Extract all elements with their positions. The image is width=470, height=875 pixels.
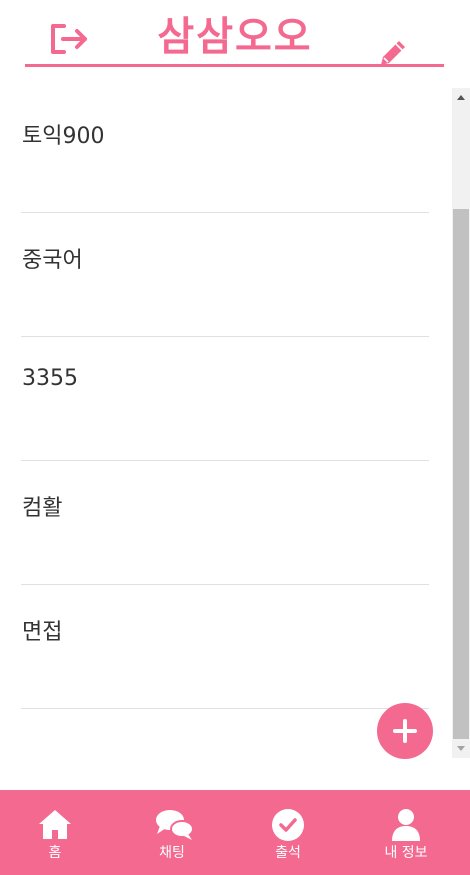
add-group-button[interactable] bbox=[377, 703, 433, 759]
nav-item-label: 홈 bbox=[48, 845, 62, 861]
list-item[interactable]: 컴활 bbox=[21, 460, 429, 585]
header-divider bbox=[25, 64, 444, 67]
list-item-label: 중국어 bbox=[22, 248, 83, 273]
list-item[interactable]: 중국어 bbox=[21, 212, 429, 337]
list-item-label: 토익900 bbox=[22, 124, 105, 149]
triangle-up-icon bbox=[457, 95, 465, 100]
scroll-down-button[interactable] bbox=[452, 738, 470, 758]
nav-item-home[interactable]: 홈 bbox=[0, 790, 110, 875]
list-item-label: 면접 bbox=[22, 620, 63, 645]
nav-item-label: 출석 bbox=[275, 845, 301, 861]
plus-icon bbox=[393, 719, 417, 743]
home-icon bbox=[39, 810, 71, 839]
nav-item-chat[interactable]: 채팅 bbox=[117, 790, 227, 875]
nav-item-label: 채팅 bbox=[159, 845, 185, 861]
list-item-label: 컴활 bbox=[22, 496, 63, 521]
scrollbar-thumb[interactable] bbox=[453, 209, 469, 739]
user-icon bbox=[392, 809, 420, 841]
nav-item-my-info[interactable]: 내 정보 bbox=[351, 790, 461, 875]
list-item[interactable]: 토익900 bbox=[21, 88, 429, 213]
nav-item-attendance[interactable]: 출석 bbox=[233, 790, 343, 875]
list-item[interactable]: 3355 bbox=[21, 336, 429, 461]
check-circle-icon bbox=[272, 809, 304, 841]
bottom-nav: 홈 채팅 출석 내 정보 bbox=[0, 790, 470, 875]
scroll-up-button[interactable] bbox=[452, 88, 470, 108]
scrollbar[interactable] bbox=[452, 88, 470, 758]
nav-item-label: 내 정보 bbox=[384, 845, 428, 861]
triangle-down-icon bbox=[457, 746, 465, 751]
list-item[interactable]: 면접 bbox=[21, 584, 429, 709]
list-item-label: 3355 bbox=[22, 366, 78, 391]
chat-icon bbox=[156, 810, 194, 840]
study-group-list[interactable]: 토익900 중국어 3355 컴활 면접 bbox=[0, 88, 452, 758]
app-header: 삼삼오오 bbox=[0, 0, 470, 72]
